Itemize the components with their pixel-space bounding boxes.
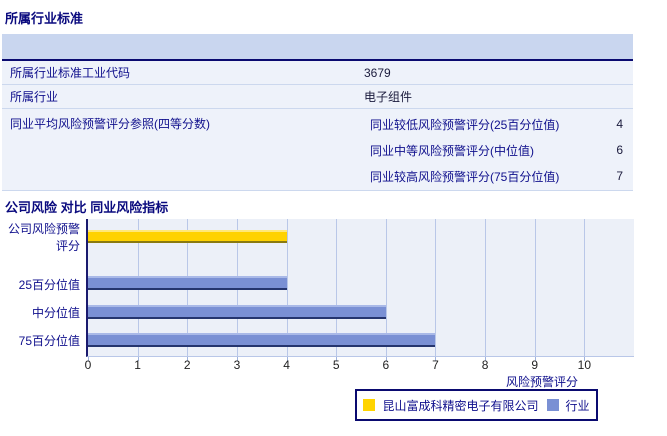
peer-average-subrows: 同业较低风险预警评分(25百分位值) 4 同业中等风险预警评分(中位值) 6 同… xyxy=(364,111,633,189)
gridline xyxy=(485,219,486,356)
table-subrow: 同业较高风险预警评分(75百分位值) 7 xyxy=(364,163,633,189)
chart-bar-2 xyxy=(88,305,386,319)
legend-item-company: 昆山富成科精密电子有限公司 xyxy=(363,397,538,414)
axis-tick-label: 9 xyxy=(522,358,548,372)
table-row: 同业平均风险预警评分参照(四等分数) 同业较低风险预警评分(25百分位值) 4 … xyxy=(2,109,633,191)
axis-tick-label: 2 xyxy=(174,358,200,372)
table-row: 所属行业标准工业代码 3679 xyxy=(2,61,633,85)
gridline xyxy=(535,219,536,356)
gridline xyxy=(435,219,436,356)
table-subrow: 同业中等风险预警评分(中位值) 6 xyxy=(364,137,633,163)
chart-legend: 昆山富成科精密电子有限公司 行业 xyxy=(355,389,598,421)
peer-high-value: 7 xyxy=(583,169,633,183)
peer-low-value: 4 xyxy=(583,117,633,131)
axis-tick-label: 0 xyxy=(75,358,101,372)
axis-tick-label: 4 xyxy=(274,358,300,372)
industry-code-label: 所属行业标准工业代码 xyxy=(2,64,364,81)
chart-bar-1 xyxy=(88,276,287,290)
axis-tick-label: 5 xyxy=(323,358,349,372)
axis-tick-label: 6 xyxy=(373,358,399,372)
peer-high-label: 同业较高风险预警评分(75百分位值) xyxy=(364,168,583,185)
x-axis-title: 风险预警评分 xyxy=(86,373,578,390)
table-header-band xyxy=(2,34,633,61)
legend-item-industry: 行业 xyxy=(547,397,590,414)
category-label-company-score: 公司风险预警评分 xyxy=(0,221,80,255)
peer-mid-value: 6 xyxy=(583,143,633,157)
chart-bar-0 xyxy=(88,230,287,243)
industry-value: 电子组件 xyxy=(364,88,633,105)
chart-bar-3 xyxy=(88,333,435,347)
category-label-p25: 25百分位值 xyxy=(0,277,80,294)
axis-tick-label: 7 xyxy=(422,358,448,372)
peer-low-label: 同业较低风险预警评分(25百分位值) xyxy=(364,116,583,133)
industry-code-value: 3679 xyxy=(364,66,633,80)
legend-industry-label: 行业 xyxy=(566,397,590,414)
industry-standard-section-title: 所属行业标准 xyxy=(0,0,667,34)
category-label-median: 中分位值 xyxy=(0,305,80,322)
risk-comparison-chart: 公司风险预警评分 25百分位值 中分位值 75百分位值 风险预警评分 昆山富成科… xyxy=(0,218,667,436)
axis-tick-label: 1 xyxy=(125,358,151,372)
table-subrow: 同业较低风险预警评分(25百分位值) 4 xyxy=(364,111,633,137)
peer-mid-label: 同业中等风险预警评分(中位值) xyxy=(364,142,583,159)
axis-tick-label: 3 xyxy=(224,358,250,372)
chart-plot-area xyxy=(86,219,634,357)
axis-tick-label: 8 xyxy=(472,358,498,372)
industry-legend-swatch-icon xyxy=(547,399,559,411)
legend-company-label: 昆山富成科精密电子有限公司 xyxy=(382,397,538,414)
gridline xyxy=(584,219,585,356)
industry-standard-table: 所属行业标准工业代码 3679 所属行业 电子组件 同业平均风险预警评分参照(四… xyxy=(2,34,633,191)
industry-label: 所属行业 xyxy=(2,88,364,105)
table-row: 所属行业 电子组件 xyxy=(2,85,633,109)
axis-tick-label: 10 xyxy=(571,358,597,372)
category-label-p75: 75百分位值 xyxy=(0,333,80,350)
company-legend-swatch-icon xyxy=(363,399,375,411)
peer-average-label: 同业平均风险预警评分参照(四等分数) xyxy=(2,111,364,132)
